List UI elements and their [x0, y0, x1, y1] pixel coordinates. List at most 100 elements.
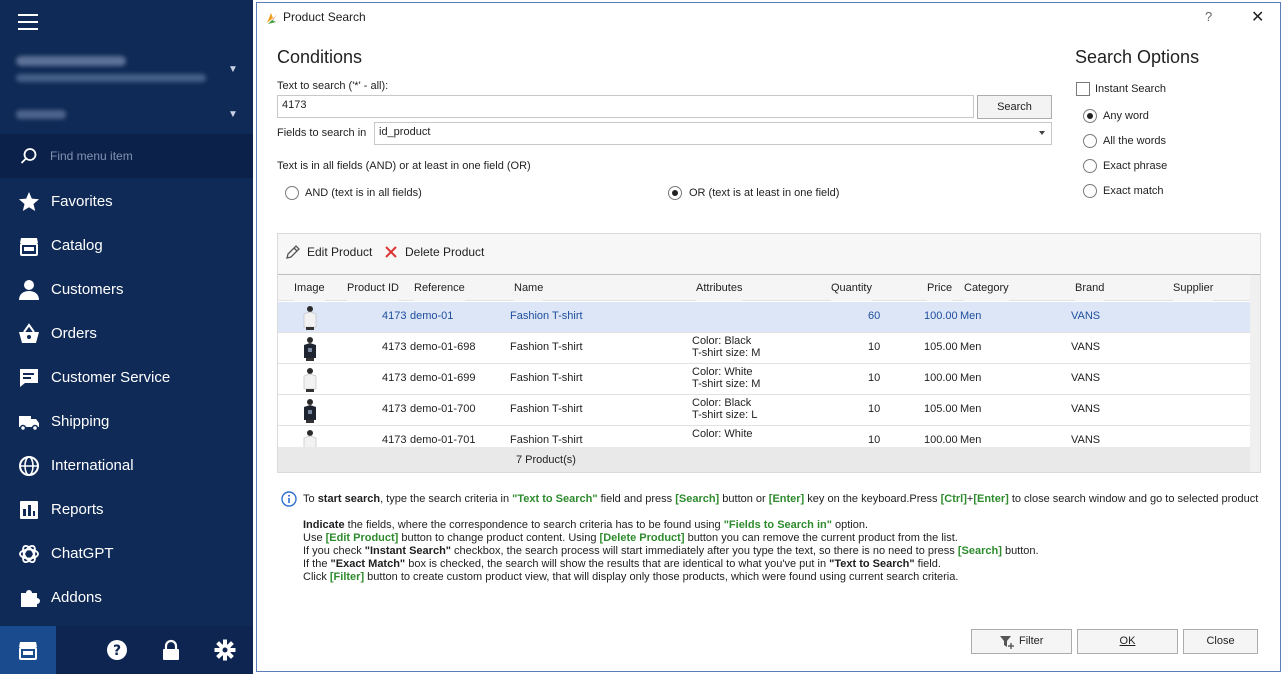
cell-product-id: 4173 [382, 372, 407, 384]
table-row[interactable]: 4173 demo-01-700 Fashion T-shirt Color: … [278, 395, 1250, 426]
catalog-icon [20, 238, 38, 256]
gear-icon[interactable] [214, 639, 236, 661]
column-header-quantity[interactable]: Quantity [831, 275, 872, 301]
table-row[interactable]: 4173 demo-01-701 Fashion T-shirt Color: … [278, 426, 1250, 447]
cell-attributes-2: T-shirt size: L [692, 409, 758, 421]
cell-category: Men [960, 372, 982, 384]
cell-reference: demo-01 [410, 310, 454, 322]
column-header-brand[interactable]: Brand [1075, 275, 1105, 301]
instant-search-checkbox[interactable] [1076, 82, 1090, 96]
cell-quantity: 60 [868, 310, 881, 322]
sidebar-item-chatgpt[interactable]: ChatGPT [0, 532, 253, 576]
column-header-attributes[interactable]: Attributes [696, 275, 743, 301]
store-info-blurred[interactable] [16, 56, 216, 90]
exact-match-label: Exact match [1103, 185, 1164, 197]
sidebar-item-international[interactable]: International [0, 444, 253, 488]
cell-brand: VANS [1071, 403, 1101, 415]
cell-brand: VANS [1071, 372, 1101, 384]
column-header-reference[interactable]: Reference [414, 275, 465, 301]
cell-attributes-2: T-shirt size: M [692, 347, 761, 359]
menu-search-input[interactable] [50, 146, 240, 166]
cell-quantity: 10 [868, 372, 881, 384]
store-button[interactable] [0, 626, 56, 674]
sidebar-item-customers[interactable]: Customers [0, 268, 253, 312]
cell-price: 100.00 [924, 372, 958, 384]
product-search-dialog: Product Search ? ✕ Conditions Text to se… [256, 2, 1281, 672]
delete-product-button[interactable]: Delete Product [383, 244, 493, 262]
or-radio-label: OR (text is at least in one field) [689, 187, 840, 199]
hamburger-menu-icon[interactable] [18, 14, 38, 32]
cell-attributes-1: Color: White [692, 428, 753, 440]
table-row[interactable]: 4173 demo-01-698 Fashion T-shirt Color: … [278, 333, 1250, 364]
search-button[interactable]: Search [977, 95, 1052, 119]
language-blurred[interactable] [16, 110, 66, 119]
sidebar-item-customer-service[interactable]: Customer Service [0, 356, 253, 400]
cell-name: Fashion T-shirt [510, 372, 583, 384]
chevron-down-icon[interactable]: ▼ [228, 64, 238, 75]
help-icon[interactable]: ? [106, 639, 128, 661]
sidebar-item-catalog[interactable]: Catalog [0, 224, 253, 268]
cell-name: Fashion T-shirt [510, 434, 583, 446]
product-grid: Edit Product Delete Product Image Produc… [277, 233, 1261, 473]
sidebar-item-label: Customers [51, 281, 124, 298]
product-thumbnail-white-shirt [303, 306, 317, 330]
edit-product-label: Edit Product [307, 245, 373, 259]
or-radio[interactable] [668, 186, 682, 200]
products-table: Image Product ID Reference Name Attribut… [278, 274, 1260, 472]
filter-icon [1000, 636, 1014, 649]
help-line-5: If the "Exact Match" box is checked, the… [303, 558, 941, 570]
edit-product-button[interactable]: Edit Product [285, 244, 385, 262]
exact-phrase-radio[interactable] [1083, 159, 1097, 173]
cell-price: 105.00 [924, 341, 958, 353]
sidebar-bottom-bar: ? [0, 626, 253, 674]
title-bar: Product Search ? ✕ [257, 3, 1280, 31]
ok-button[interactable]: OK [1077, 629, 1178, 654]
and-radio[interactable] [285, 186, 299, 200]
sidebar-item-reports[interactable]: Reports [0, 488, 253, 532]
close-button[interactable]: Close [1183, 629, 1258, 654]
exact-match-radio[interactable] [1083, 184, 1097, 198]
table-row[interactable]: 4173 demo-01 Fashion T-shirt 60 100.00 M… [278, 302, 1250, 333]
fields-to-search-label: Fields to search in [277, 127, 367, 139]
text-to-search-input[interactable]: 4173 [277, 95, 974, 118]
chevron-down-icon[interactable]: ▼ [228, 109, 238, 120]
column-header-product-id[interactable]: Product ID [347, 275, 399, 301]
cell-product-id: 4173 [382, 341, 407, 353]
sidebar-item-label: Favorites [51, 193, 113, 210]
column-header-image[interactable]: Image [294, 275, 325, 301]
column-header-name[interactable]: Name [514, 275, 544, 301]
sidebar-item-orders[interactable]: Orders [0, 312, 253, 356]
pencil-icon [286, 245, 300, 259]
logic-label: Text is in all fields (AND) or at least … [277, 160, 531, 172]
column-header-price[interactable]: Price [927, 275, 953, 301]
help-button[interactable]: ? [1205, 9, 1212, 24]
table-footer: 7 Product(s) [278, 447, 1250, 472]
sidebar-item-shipping[interactable]: Shipping [0, 400, 253, 444]
cell-price: 100.00 [924, 434, 958, 446]
any-word-radio[interactable] [1083, 109, 1097, 123]
app-logo-icon [267, 13, 277, 24]
chat-icon [20, 369, 38, 387]
column-header-category[interactable]: Category [964, 275, 1009, 301]
table-row[interactable]: 4173 demo-01-699 Fashion T-shirt Color: … [278, 364, 1250, 395]
filter-button[interactable]: Filter [971, 629, 1072, 654]
sidebar-item-label: ChatGPT [51, 545, 114, 562]
cell-category: Men [960, 434, 982, 446]
column-header-supplier[interactable]: Supplier [1173, 275, 1214, 301]
sidebar-item-favorites[interactable]: Favorites [0, 180, 253, 224]
sidebar-item-label: Reports [51, 501, 104, 518]
sidebar-item-addons[interactable]: Addons [0, 576, 253, 620]
vertical-scrollbar[interactable] [1250, 275, 1260, 472]
search-icon [20, 148, 37, 164]
cell-quantity: 10 [868, 434, 881, 446]
cell-quantity: 10 [868, 403, 881, 415]
sidebar-item-label: Addons [51, 589, 102, 606]
close-icon[interactable]: ✕ [1251, 7, 1264, 27]
lock-icon[interactable] [160, 639, 182, 661]
puzzle-icon [21, 590, 40, 607]
sidebar-item-label: Customer Service [51, 369, 171, 386]
chatgpt-icon [19, 544, 39, 564]
all-words-radio[interactable] [1083, 134, 1097, 148]
cell-name: Fashion T-shirt [510, 341, 583, 353]
fields-to-search-select[interactable]: id_product [374, 122, 1052, 145]
